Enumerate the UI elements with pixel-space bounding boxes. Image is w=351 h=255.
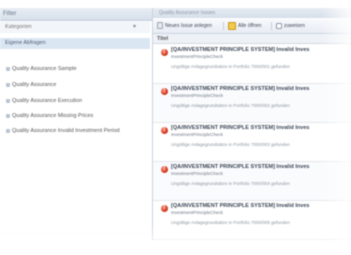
new-issue-button[interactable]: Neues Issue anlegen [157,21,212,31]
tree-item[interactable]: Quality Assurance Execution [6,96,82,106]
left-panel: Filter Kategorien ▾ Eigene Abfragen Qual… [0,8,153,218]
query-icon [6,66,10,71]
issue-title: [QA/INVESTMENT PRINCIPLE SYSTEM] Invalid… [171,203,310,209]
issue-title: [QA/INVESTMENT PRINCIPLE SYSTEM] Invalid… [171,47,310,53]
error-icon: ! [161,88,168,95]
category-selector[interactable]: Kategorien ▾ [0,22,150,33]
issue-title: [QA/INVESTMENT PRINCIPLE SYSTEM] Invalid… [171,125,310,131]
error-icon: ! [161,205,168,212]
error-icon: ! [161,166,168,173]
toolbar-divider [271,22,272,30]
query-icon [6,82,10,87]
checkbox-icon[interactable] [276,22,282,29]
issue-source: InvestmentPrincipleCheck [171,54,224,59]
tree-item-label: Quality Assurance Missing Prices [12,113,94,119]
chevron-down-icon[interactable]: ▾ [133,22,136,33]
issue-source: InvestmentPrincipleCheck [171,132,224,137]
tree-item[interactable]: Quality Assurance [6,80,56,90]
open-all-label: Alle öffnen [238,23,262,29]
left-panel-header: Filter [0,8,152,21]
new-issue-icon [157,22,163,30]
error-icon: ! [161,127,168,134]
issue-source: InvestmentPrincipleCheck [171,210,224,215]
query-icon [6,113,10,118]
issue-description: Ungültige Anlagegrundsätze in Portfolio … [171,103,290,108]
edge-fade-bottom [0,225,351,255]
query-icon [6,128,10,133]
category-label: Kategorien [5,24,32,30]
toolbar-divider [223,22,224,30]
reassign-label: zuweisen [284,23,305,29]
tree-item-label: Quality Assurance Invalid Investment Per… [12,128,120,134]
tree-item-selected[interactable]: Eigene Abfragen [0,38,150,49]
tree-item-label: Quality Assurance [12,82,57,88]
reassign-button[interactable]: zuweisen [276,21,305,31]
app-window: Filter Kategorien ▾ Eigene Abfragen Qual… [0,0,351,255]
issue-description: Ungültige Anlagegrundsätze in Portfolio … [171,142,290,147]
issue-description: Ungültige Anlagegrundsätze in Portfolio … [171,181,290,186]
edge-fade-right [321,0,351,255]
tree-item[interactable]: Quality Assurance Sample [6,64,77,74]
error-icon: ! [161,49,168,56]
open-all-button[interactable]: Alle öffnen [228,21,262,31]
issue-source: InvestmentPrincipleCheck [171,93,224,98]
issue-title: [QA/INVESTMENT PRINCIPLE SYSTEM] Invalid… [171,164,310,170]
new-issue-label: Neues Issue anlegen [165,23,212,29]
tree-item[interactable]: Quality Assurance Invalid Investment Per… [6,126,120,136]
folder-icon [228,21,236,30]
tree-item[interactable]: Quality Assurance Missing Prices [6,111,93,121]
issue-source: InvestmentPrincipleCheck [171,171,224,176]
query-icon [6,98,10,103]
tree-item-label: Quality Assurance Sample [12,66,77,72]
issue-description: Ungültige Anlagegrundsätze in Portfolio … [171,64,290,69]
tree-item-label: Quality Assurance Execution [12,98,83,104]
issue-title: [QA/INVESTMENT PRINCIPLE SYSTEM] Invalid… [171,86,310,92]
